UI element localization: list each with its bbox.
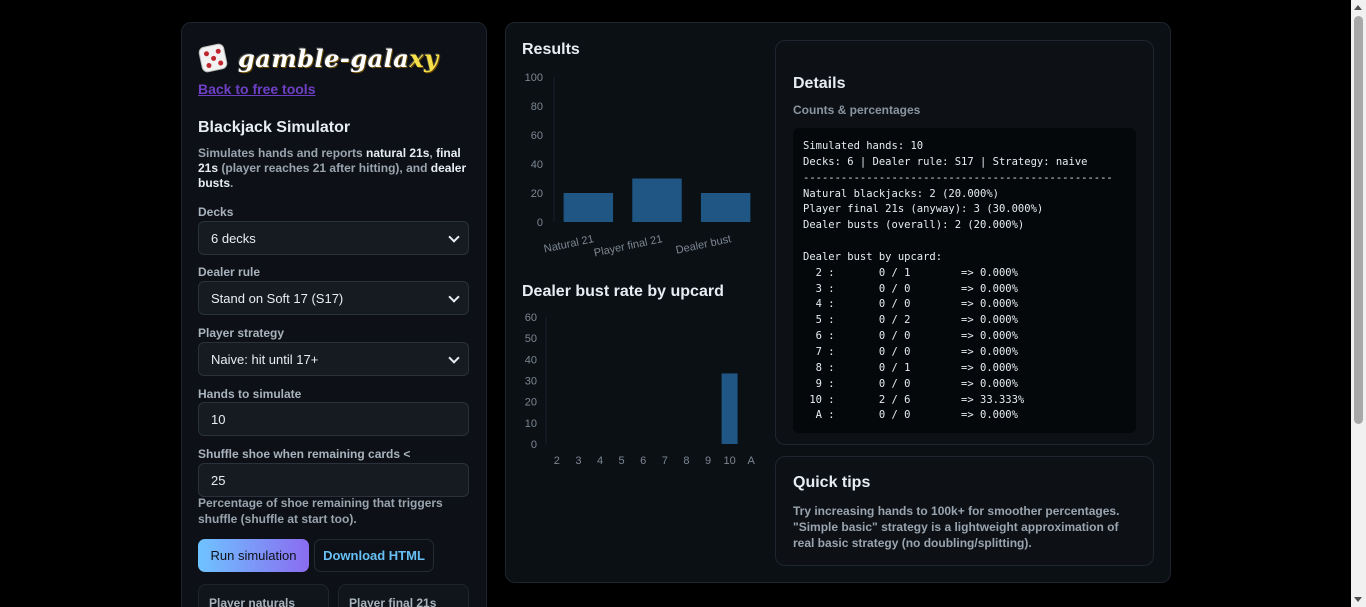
settings-panel: gamble-galaxy Back to free tools Blackja…: [181, 22, 487, 607]
chevron-down-icon: [448, 352, 460, 364]
x-tick-label: Player final 21: [593, 233, 664, 259]
results-chart: 0 20 40 60 80 100 Natural 21Player final 21 Dea…: [525, 72, 751, 259]
y-tick-label: 0: [537, 217, 543, 229]
y-tick-label: 60: [531, 130, 543, 142]
x-tick-label: 8: [683, 455, 689, 467]
chevron-down-icon: [448, 231, 460, 243]
results-title: Results: [522, 41, 580, 58]
details-line: ----------------------------------------…: [803, 171, 1113, 184]
details-line: 8 : 0 / 1 => 0.000%: [803, 361, 1018, 374]
dice-icon: [195, 40, 231, 76]
details-line: Player final 21s (anyway): 3 (30.000%): [803, 203, 1044, 216]
bust-rate-chart: 0 10 20 30 40 50 60 2 3 4 5 6 7 8 9 10 A: [525, 312, 756, 467]
x-tick-label: 7: [662, 455, 668, 467]
scroll-down-icon[interactable]: [1354, 597, 1362, 602]
bust-rate-title: Dealer bust rate by upcard: [522, 283, 724, 300]
y-tick-label: 100: [525, 72, 543, 84]
x-tick-label: 6: [640, 455, 646, 467]
details-line: 4 : 0 / 0 => 0.000%: [803, 298, 1018, 311]
x-tick-label: 9: [705, 455, 711, 467]
shuffle-label: Shuffle shoe when remaining cards <: [198, 447, 411, 461]
shuffle-input[interactable]: 25: [198, 463, 469, 497]
x-tick-label: 2: [554, 455, 560, 467]
page-scrollbar[interactable]: [1351, 0, 1366, 607]
stat-label: Player naturals: [209, 596, 296, 607]
brand[interactable]: gamble-galaxy: [195, 40, 439, 76]
details-line: 5 : 0 / 2 => 0.000%: [803, 314, 1018, 327]
details-line: [803, 234, 1126, 250]
y-tick-label: 30: [525, 376, 537, 388]
shuffle-hint: Percentage of shoe remaining that trigge…: [198, 496, 443, 526]
tips-title: Quick tips: [793, 474, 871, 491]
simulator-heading: Blackjack Simulator: [198, 119, 351, 136]
details-line: Natural blackjacks: 2 (20.000%): [803, 187, 999, 200]
details-line: 7 : 0 / 0 => 0.000%: [803, 345, 1018, 358]
decks-select[interactable]: 6 decks: [198, 221, 469, 255]
hands-label: Hands to simulate: [198, 387, 302, 401]
x-tick-label: 5: [619, 455, 625, 467]
bar: [563, 193, 614, 222]
details-line: Simulated hands: 10: [803, 140, 924, 152]
details-line: Dealer bust by upcard:: [803, 250, 943, 263]
x-tick-label: 4: [597, 455, 603, 467]
y-tick-label: 40: [525, 354, 537, 366]
tips-card: Quick tips Try increasing hands to 100k+…: [775, 456, 1154, 566]
x-tick-label: Dealer bust: [675, 233, 733, 256]
brand-title: gamble-galaxy: [238, 43, 439, 73]
details-output: Simulated hands: 10 Decks: 6 | Dealer rul…: [793, 128, 1136, 433]
simulator-description: Simulates hands and reports natural 21s,…: [198, 146, 467, 190]
details-line: 9 : 0 / 0 => 0.000%: [803, 377, 1018, 390]
y-tick-label: 50: [525, 333, 537, 345]
tips-text: Try increasing hands to 100k+ for smooth…: [793, 504, 1120, 550]
details-card: Details Counts & percentages Simulated h…: [775, 40, 1154, 445]
y-tick-label: 80: [531, 101, 543, 113]
details-line: A : 0 / 0 => 0.000%: [803, 409, 1018, 422]
details-line: 6 : 0 / 0 => 0.000%: [803, 330, 1018, 343]
y-tick-label: 20: [525, 397, 537, 409]
y-tick-label: 0: [531, 439, 537, 451]
details-line: 2 : 0 / 1 => 0.000%: [803, 266, 1018, 279]
y-tick-label: 60: [525, 312, 537, 324]
stat-label: Player final 21s: [349, 596, 437, 607]
x-tick-label: A: [748, 455, 756, 467]
bar: [700, 193, 751, 222]
y-tick-label: 40: [531, 159, 543, 171]
results-panel: Results 0 20 40 60 80 100 Natural 21 Player fin…: [505, 22, 1171, 583]
bar: [632, 178, 682, 222]
details-title: Details: [793, 75, 846, 92]
stat-player-final-21s: Player final 21s: [338, 584, 469, 607]
scroll-thumb[interactable]: [1354, 16, 1363, 424]
run-simulation-button[interactable]: Run simulation: [198, 539, 309, 572]
x-tick-label: 10: [723, 455, 735, 467]
x-tick-label: 3: [575, 455, 581, 467]
decks-label: Decks: [198, 205, 234, 219]
details-line: Dealer busts (overall): 2 (20.000%): [803, 219, 1025, 232]
details-line: 3 : 0 / 0 => 0.000%: [803, 282, 1018, 295]
details-subtitle: Counts & percentages: [793, 103, 921, 117]
chevron-down-icon: [448, 291, 460, 303]
dealer-rule-label: Dealer rule: [198, 265, 261, 279]
player-strategy-label: Player strategy: [198, 326, 285, 340]
dealer-rule-select[interactable]: Stand on Soft 17 (S17): [198, 281, 469, 315]
bar: [721, 373, 738, 444]
back-to-tools-link[interactable]: Back to free tools: [198, 81, 315, 97]
details-line: 10 : 2 / 6 => 33.333%: [803, 393, 1025, 406]
player-strategy-select[interactable]: Naive: hit until 17+: [198, 342, 469, 376]
stat-player-naturals: Player naturals: [198, 584, 329, 607]
scroll-up-icon[interactable]: [1354, 5, 1362, 10]
y-tick-label: 10: [525, 418, 537, 430]
y-tick-label: 20: [531, 188, 543, 200]
download-html-button[interactable]: Download HTML: [314, 539, 434, 572]
hands-input[interactable]: 10: [198, 402, 469, 436]
x-tick-label: Natural 21: [543, 233, 595, 255]
details-line: Decks: 6 | Dealer rule: S17 | Strategy: …: [803, 155, 1088, 168]
